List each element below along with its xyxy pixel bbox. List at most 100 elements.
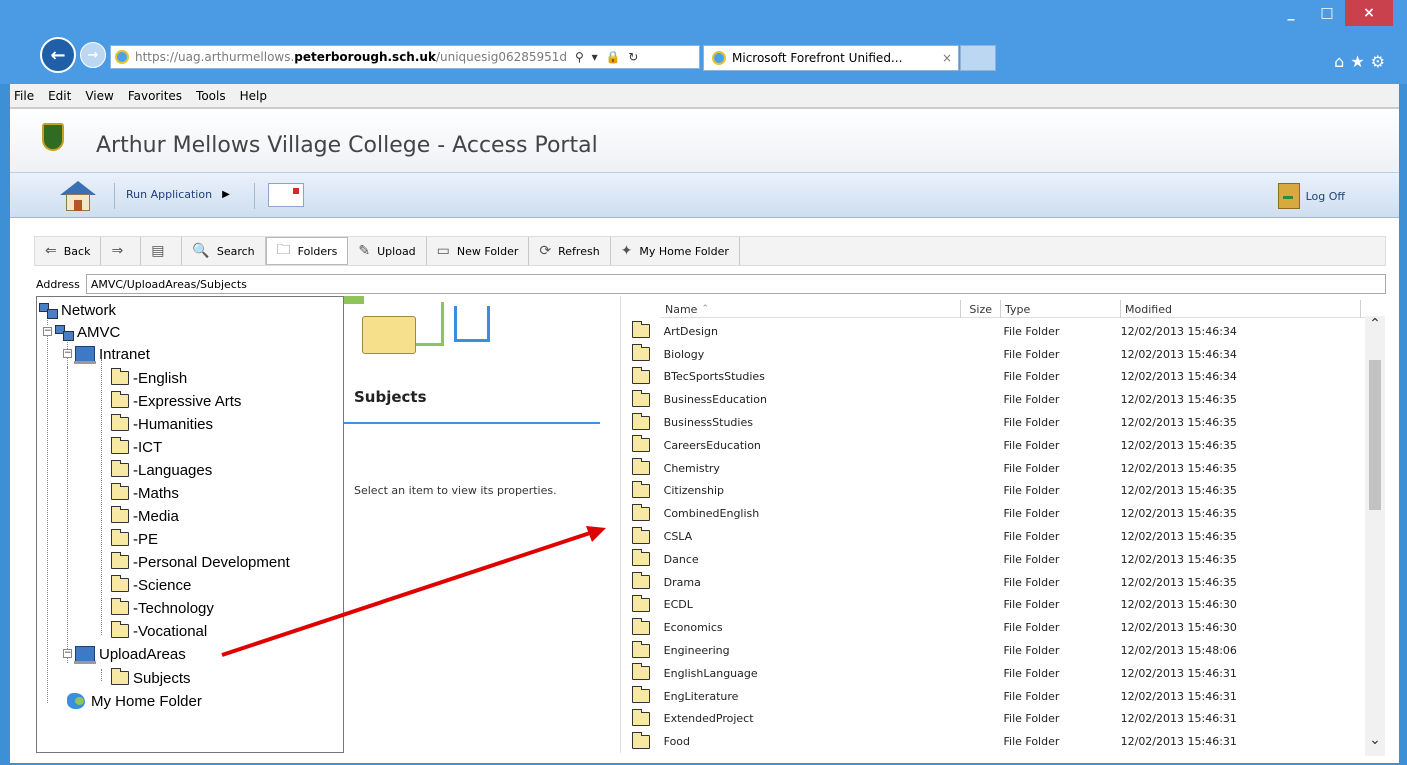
row-name: EnglishLanguage	[663, 666, 758, 680]
gear-icon[interactable]: ⚙	[1371, 52, 1391, 71]
table-row[interactable]: BusinessEducation File Folder 12/02/2013 1…	[621, 388, 1351, 411]
folder-icon	[111, 391, 129, 408]
table-row[interactable]: EnglishLanguage File Folder 12/02/2013 15:…	[621, 662, 1351, 685]
tree-item-folder[interactable]: -Technology	[111, 597, 214, 619]
menu-file[interactable]: File	[14, 89, 34, 103]
browser-address-bar[interactable]: https://uag.arthurmellows. peterborough.s…	[110, 45, 700, 69]
menu-tools[interactable]: Tools	[196, 89, 226, 103]
row-modified: 12/02/2013 15:46:31	[1120, 712, 1237, 726]
table-row[interactable]: ECDL File Folder 12/02/2013 15:46:30	[621, 594, 1351, 617]
table-row[interactable]: CareersEducation File Folder 12/02/2013 15…	[621, 434, 1351, 457]
tree-label: Network	[61, 301, 117, 319]
folder-icon	[631, 708, 650, 726]
forward-arrow-icon: ⇒	[111, 243, 124, 259]
back-button[interactable]: ⇐ Back	[35, 237, 102, 265]
home-icon[interactable]: ⌂	[1334, 52, 1350, 71]
row-type: File Folder	[1003, 416, 1060, 430]
folders-button[interactable]: 🗀 Folders	[265, 237, 349, 265]
tab-ie-icon	[712, 51, 726, 65]
scroll-up-icon[interactable]: ⌃	[1365, 316, 1385, 336]
new-tab-button[interactable]	[960, 45, 996, 71]
expander-icon[interactable]: −	[43, 327, 52, 336]
tree-item-uploadareas[interactable]: UploadAreas	[74, 643, 186, 665]
table-row[interactable]: EngLiterature File Folder 12/02/2013 15:46…	[621, 685, 1351, 708]
row-modified: 12/02/2013 15:46:35	[1120, 484, 1237, 498]
upload-button[interactable]: ✎ Upload	[348, 237, 427, 265]
expander-icon[interactable]: −	[63, 649, 72, 658]
tree-item-folder[interactable]: -Humanities	[111, 413, 213, 435]
table-row[interactable]: BusinessStudies File Folder 12/02/2013 15:…	[621, 411, 1351, 434]
new-folder-button[interactable]: ▭ New Folder	[427, 237, 530, 265]
folder-icon	[631, 366, 650, 384]
folder-icon	[631, 321, 650, 339]
browser-forward-button[interactable]: →	[80, 42, 106, 68]
table-row[interactable]: Economics File Folder 12/02/2013 15:46:30	[621, 616, 1351, 639]
table-row[interactable]: ArtDesign File Folder 12/02/2013 15:46:34	[621, 320, 1351, 343]
tree-item-network[interactable]: Network	[39, 299, 116, 321]
refresh-icon: ⟳	[539, 243, 552, 259]
menu-view[interactable]: View	[85, 89, 113, 103]
mail-icon[interactable]	[268, 183, 304, 207]
close-window-button[interactable]: ×	[1345, 0, 1393, 26]
tree-item-intranet[interactable]: Intranet	[74, 343, 150, 365]
browser-back-button[interactable]: ←	[40, 37, 76, 73]
tree-item-folder[interactable]: -Science	[111, 574, 191, 596]
table-row[interactable]: Chemistry File Folder 12/02/2013 15:46:35	[621, 457, 1351, 480]
table-row[interactable]: Dance File Folder 12/02/2013 15:46:35	[621, 548, 1351, 571]
forward-button[interactable]: ⇒	[101, 237, 142, 265]
log-off-button[interactable]: Log Off	[1277, 183, 1345, 209]
table-row[interactable]: CombinedEnglish File Folder 12/02/2013 15:…	[621, 502, 1351, 525]
up-folder-button[interactable]: ▤	[141, 237, 183, 265]
tree-item-folder[interactable]: -PE	[111, 528, 158, 550]
column-header-size[interactable]: Size	[961, 300, 1001, 318]
menu-help[interactable]: Help	[240, 89, 267, 103]
browser-tab[interactable]: Microsoft Forefront Unified... ×	[703, 45, 959, 71]
minimize-button[interactable]: _	[1273, 0, 1309, 26]
scrollbar-thumb[interactable]	[1369, 360, 1381, 510]
favorites-star-icon[interactable]: ★	[1350, 52, 1370, 71]
tree-label: Intranet	[99, 345, 150, 363]
table-row[interactable]: ExtendedProject File Folder 12/02/2013 15:…	[621, 708, 1351, 731]
portal-home-icon[interactable]	[60, 181, 96, 211]
browser-icons[interactable]: ⌂★⚙	[1334, 52, 1391, 71]
table-row[interactable]: Engineering File Folder 12/02/2013 15:48:0…	[621, 639, 1351, 662]
maximize-button[interactable]: □	[1309, 0, 1345, 26]
column-header-type[interactable]: Type	[1001, 300, 1121, 318]
tree-item-folder[interactable]: -Vocational	[111, 620, 207, 642]
tree-item-folder[interactable]: -Languages	[111, 459, 212, 481]
menu-edit[interactable]: Edit	[48, 89, 71, 103]
table-row[interactable]: BTecSportsStudies File Folder 12/02/2013 1…	[621, 366, 1351, 389]
search-button[interactable]: 🔍 Search	[182, 237, 266, 265]
tree-item-subjects[interactable]: Subjects	[111, 667, 191, 689]
tree-label: Subjects	[133, 669, 191, 687]
table-row[interactable]: CSLA File Folder 12/02/2013 15:46:35	[621, 525, 1351, 548]
expander-icon[interactable]: −	[63, 349, 72, 358]
tab-close-icon[interactable]: ×	[942, 51, 952, 65]
tree-item-folder[interactable]: -ICT	[111, 436, 162, 458]
tree-item-folder[interactable]: -Expressive Arts	[111, 390, 241, 412]
column-header-name[interactable]: Name ⌃	[661, 300, 961, 318]
table-row[interactable]: Drama File Folder 12/02/2013 15:46:35	[621, 571, 1351, 594]
row-modified: 12/02/2013 15:46:35	[1120, 416, 1237, 430]
address-tools-icons[interactable]: ⚲ ▾ 🔒 ↻	[575, 50, 640, 64]
menu-favorites[interactable]: Favorites	[128, 89, 182, 103]
scroll-down-icon[interactable]: ⌄	[1365, 732, 1385, 752]
address-field[interactable]: AMVC/UploadAreas/Subjects	[85, 274, 1386, 294]
tree-item-folder[interactable]: -Media	[111, 505, 179, 527]
refresh-button[interactable]: ⟳ Refresh	[529, 237, 611, 265]
back-arrow-icon: ⇐	[45, 243, 57, 259]
my-home-folder-button[interactable]: ✦ My Home Folder	[611, 237, 740, 265]
tree-item-amvc[interactable]: AMVC	[55, 321, 120, 343]
table-row[interactable]: Food File Folder 12/02/2013 15:46:31	[621, 730, 1351, 753]
tree-item-folder[interactable]: -English	[111, 367, 187, 389]
tree-item-folder[interactable]: -Personal Development	[111, 551, 290, 573]
tree-label: -ICT	[133, 438, 163, 456]
tree-item-my-home-folder[interactable]: My Home Folder	[67, 690, 202, 712]
run-application-button[interactable]: Run Application ▶	[126, 188, 230, 201]
vertical-scrollbar[interactable]: ⌃ ⌄	[1365, 316, 1385, 756]
table-row[interactable]: Biology File Folder 12/02/2013 15:46:34	[621, 343, 1351, 366]
folder-icon	[111, 460, 129, 477]
tree-item-folder[interactable]: -Maths	[111, 482, 179, 504]
table-row[interactable]: Citizenship File Folder 12/02/2013 15:46:3…	[621, 480, 1351, 503]
column-header-modified[interactable]: Modified	[1121, 300, 1361, 318]
